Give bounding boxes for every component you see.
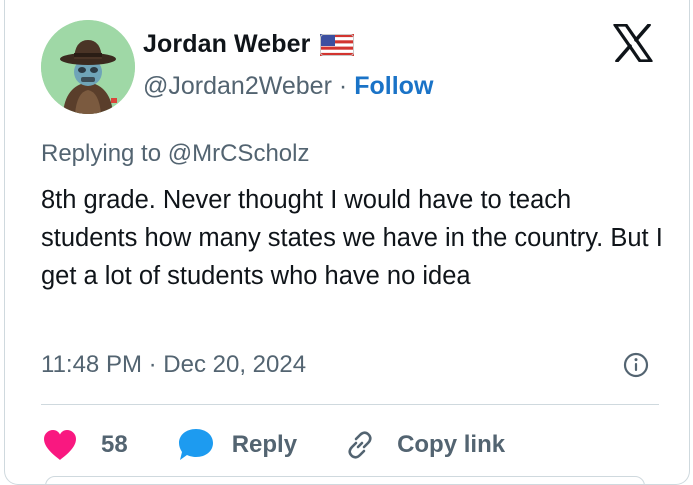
tweet-timestamp[interactable]: 11:48 PM · Dec 20, 2024 bbox=[41, 351, 306, 379]
heart-icon bbox=[41, 428, 79, 462]
tweet-date: Dec 20, 2024 bbox=[163, 351, 307, 378]
handle-separator: · bbox=[338, 72, 348, 100]
copy-link-button[interactable]: Copy link bbox=[297, 428, 505, 462]
reply-bubble-icon bbox=[176, 427, 216, 463]
reply-context: Replying to @MrCScholz bbox=[41, 140, 309, 168]
divider bbox=[41, 404, 659, 405]
author-handle[interactable]: @Jordan2Weber bbox=[143, 72, 332, 101]
read-replies-button[interactable] bbox=[45, 476, 645, 485]
reply-prefix: Replying to bbox=[41, 140, 162, 167]
tweet-card: Jordan Weber @Jordan2Weber · Follow Repl… bbox=[4, 0, 690, 485]
timestamp-separator: · bbox=[148, 351, 157, 378]
action-bar: 58 Reply Copy link bbox=[41, 424, 505, 466]
reply-mention-link[interactable]: @MrCScholz bbox=[168, 140, 310, 167]
tweet-time: 11:48 PM bbox=[41, 351, 142, 378]
tweet-text: 8th grade. Never thought I would have to… bbox=[41, 186, 663, 290]
x-logo-icon[interactable] bbox=[613, 23, 653, 63]
us-flag-icon bbox=[320, 33, 355, 56]
author-name-row: Jordan Weber bbox=[143, 30, 355, 59]
author-name[interactable]: Jordan Weber bbox=[143, 30, 310, 59]
avatar[interactable] bbox=[41, 20, 135, 114]
author-handle-row: @Jordan2Weber · Follow bbox=[143, 72, 433, 101]
reply-label: Reply bbox=[231, 431, 298, 458]
copy-link-label: Copy link bbox=[397, 431, 506, 458]
like-count: 58 bbox=[101, 431, 128, 458]
reply-button[interactable]: Reply bbox=[128, 427, 297, 463]
follow-button[interactable]: Follow bbox=[354, 72, 433, 101]
like-button[interactable]: 58 bbox=[41, 428, 128, 462]
link-icon bbox=[343, 428, 377, 462]
info-icon[interactable] bbox=[623, 352, 649, 378]
